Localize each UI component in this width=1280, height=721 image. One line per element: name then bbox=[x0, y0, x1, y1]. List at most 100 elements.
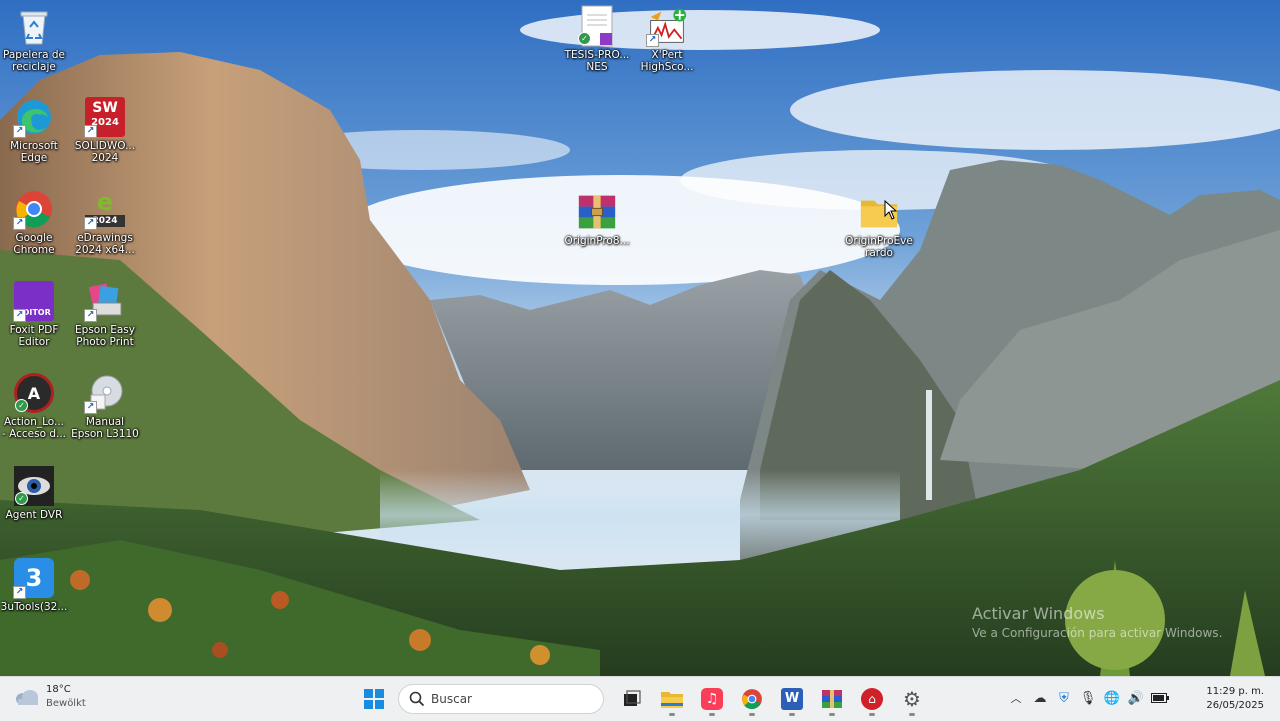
taskbar-winrar[interactable] bbox=[815, 683, 849, 716]
shield-icon: ⛨ bbox=[1059, 690, 1069, 706]
activation-watermark: Activar Windows Ve a Configuración para … bbox=[972, 604, 1222, 640]
desktop-icon-foxit-pdf-editor[interactable]: EDITOR ↗ Foxit PDF Editor bbox=[0, 281, 71, 348]
music-note-icon: ♫ bbox=[701, 688, 723, 710]
running-indicator bbox=[829, 713, 835, 716]
desktop-icon-label: Agent DVR bbox=[5, 509, 63, 521]
agent-dvr-eye-icon: ✓ bbox=[14, 466, 54, 506]
taskbar-music-app[interactable]: ♫ bbox=[695, 683, 729, 716]
desktop-icon-origin-rar[interactable]: OriginPro8... bbox=[560, 192, 634, 247]
chrome-icon: ↗ bbox=[13, 189, 54, 230]
winrar-archive-icon bbox=[577, 192, 617, 232]
desktop-icon-microsoft-edge[interactable]: ↗ Microsoft Edge bbox=[0, 97, 71, 164]
start-button[interactable] bbox=[357, 683, 391, 715]
watermark-subtitle: Ve a Configuración para activar Windows. bbox=[972, 626, 1223, 640]
wallpaper-landscape bbox=[0, 0, 1280, 676]
running-indicator bbox=[749, 713, 755, 716]
taskbar-center: Buscar ♫ W ⌂ ⚙ bbox=[354, 683, 932, 716]
solidworks-icon: SW 2024 ↗ bbox=[84, 97, 125, 138]
taskbar-word[interactable]: W bbox=[775, 683, 809, 716]
action-app-icon: A ✓ bbox=[14, 373, 54, 413]
taskbar-chrome[interactable] bbox=[735, 683, 769, 716]
desktop-icon-3utools[interactable]: 3 ↗ 3uTools(32... bbox=[0, 558, 71, 613]
taskbar-settings[interactable]: ⚙ bbox=[895, 683, 929, 716]
running-indicator bbox=[789, 713, 795, 716]
chevron-up-icon: ︿ bbox=[1010, 692, 1022, 705]
cloud-icon bbox=[16, 690, 38, 705]
cloud-offline-icon: ☁ bbox=[1033, 690, 1047, 706]
taskbar-solidworks-app[interactable]: ⌂ bbox=[855, 683, 889, 716]
desktop-icon-label: Microsoft Edge bbox=[10, 140, 58, 164]
sync-check-icon: ✓ bbox=[578, 32, 591, 45]
epson-photo-print-icon: ↗ bbox=[84, 281, 125, 322]
search-icon bbox=[409, 691, 425, 707]
taskbar-task-view[interactable] bbox=[615, 683, 649, 715]
task-view-icon bbox=[624, 690, 641, 706]
globe-icon: 🌐 bbox=[1103, 690, 1121, 706]
desktop-icon-recycle-bin[interactable]: Papelera de reciclaje bbox=[0, 6, 71, 73]
shortcut-arrow-icon: ↗ bbox=[84, 217, 97, 230]
desktop-icon-google-chrome[interactable]: ↗ Google Chrome bbox=[0, 189, 71, 256]
windows-logo-icon bbox=[364, 689, 384, 709]
desktop-icon-label: Foxit PDF Editor bbox=[9, 324, 59, 348]
weather-temperature: 18°C bbox=[46, 684, 71, 695]
taskbar-clock[interactable]: 11:29 p. m. 26/05/2025 bbox=[1206, 685, 1264, 713]
clock-date: 26/05/2025 bbox=[1206, 700, 1264, 711]
shortcut-arrow-icon: ↗ bbox=[84, 309, 97, 322]
mouse-cursor-icon bbox=[884, 200, 898, 220]
desktop-icon-label: Manual Epson L3110 bbox=[71, 416, 139, 440]
desktop-icon-solidworks[interactable]: SW 2024 ↗ SOLIDWO... 2024 bbox=[68, 97, 142, 164]
tray-cloud-offline[interactable]: ☁ bbox=[1029, 685, 1051, 711]
edge-icon: ↗ bbox=[13, 97, 54, 138]
desktop-icon-origin-folder[interactable]: OriginProEve rardo bbox=[842, 192, 916, 259]
search-placeholder: Buscar bbox=[431, 692, 472, 706]
running-indicator bbox=[669, 713, 675, 716]
desktop[interactable]: Papelera de reciclaje ↗ Microsoft Edge ↗… bbox=[0, 0, 1280, 676]
taskbar-file-explorer[interactable] bbox=[655, 683, 689, 716]
shortcut-arrow-icon: ↗ bbox=[13, 309, 26, 322]
word-icon: W bbox=[781, 688, 803, 710]
show-hidden-icons-button[interactable]: ︿ bbox=[1005, 685, 1027, 711]
taskbar-search-box[interactable]: Buscar bbox=[398, 684, 604, 714]
desktop-icon-edrawings[interactable]: e 2024 ↗ eDrawings 2024 x64... bbox=[68, 189, 142, 256]
desktop-icon-label: Epson Easy Photo Print bbox=[75, 324, 135, 348]
clock-time: 11:29 p. m. bbox=[1206, 686, 1264, 697]
folder-icon bbox=[661, 692, 683, 708]
tray-network[interactable]: 🌐 bbox=[1101, 685, 1123, 711]
desktop-icon-agent-dvr[interactable]: ✓ Agent DVR bbox=[0, 466, 71, 521]
shortcut-arrow-icon: ↗ bbox=[646, 34, 659, 47]
running-indicator bbox=[709, 713, 715, 716]
shortcut-arrow-icon: ↗ bbox=[13, 217, 26, 230]
tray-battery[interactable] bbox=[1149, 685, 1171, 711]
microphone-icon: 🎙 bbox=[1079, 690, 1097, 706]
sync-check-icon: ✓ bbox=[15, 492, 28, 505]
chrome-icon bbox=[742, 689, 762, 710]
recycle-bin-icon bbox=[14, 6, 54, 46]
shortcut-arrow-icon: ↗ bbox=[84, 125, 97, 138]
desktop-icon-label: TESIS-PRO... NES bbox=[564, 49, 630, 73]
weather-widget[interactable]: 18°C Bewölkt bbox=[14, 683, 86, 711]
3utools-icon: 3 ↗ bbox=[13, 558, 54, 599]
running-indicator bbox=[909, 713, 915, 716]
desktop-icon-action-lock[interactable]: A ✓ Action_Lo... - Acceso d... bbox=[0, 373, 71, 440]
desktop-icon-label: Papelera de reciclaje bbox=[2, 49, 65, 73]
foxit-editor-icon: EDITOR ↗ bbox=[13, 281, 54, 322]
running-indicator bbox=[869, 713, 875, 716]
red-app-icon: ⌂ bbox=[861, 688, 883, 710]
tray-microphone[interactable]: 🎙 bbox=[1077, 685, 1099, 711]
gear-icon: ⚙ bbox=[903, 687, 921, 711]
desktop-icon-manual-epson[interactable]: ↗ Manual Epson L3110 bbox=[68, 373, 142, 440]
desktop-icon-epson-easy-photo-print[interactable]: ↗ Epson Easy Photo Print bbox=[68, 281, 142, 348]
shortcut-arrow-icon: ↗ bbox=[13, 125, 26, 138]
tray-volume[interactable]: 🔊 bbox=[1125, 685, 1147, 711]
weather-condition: Bewölkt bbox=[46, 698, 86, 709]
watermark-title: Activar Windows bbox=[972, 604, 1105, 623]
desktop-icon-label: Google Chrome bbox=[13, 232, 55, 256]
desktop-icon-label: X'Pert HighSco... bbox=[640, 49, 694, 73]
desktop-icon-label: OriginProEve rardo bbox=[845, 235, 913, 259]
tray-security[interactable]: ⛨ bbox=[1053, 685, 1075, 711]
winrar-icon bbox=[822, 690, 842, 708]
desktop-icon-label: OriginPro8... bbox=[564, 235, 630, 247]
desktop-icon-xpert-highscore[interactable]: ↗ X'Pert HighSco... bbox=[630, 6, 704, 73]
desktop-icon-tesis-document[interactable]: ✓ TESIS-PRO... NES bbox=[560, 5, 634, 73]
desktop-icon-label: Action_Lo... - Acceso d... bbox=[1, 416, 67, 440]
